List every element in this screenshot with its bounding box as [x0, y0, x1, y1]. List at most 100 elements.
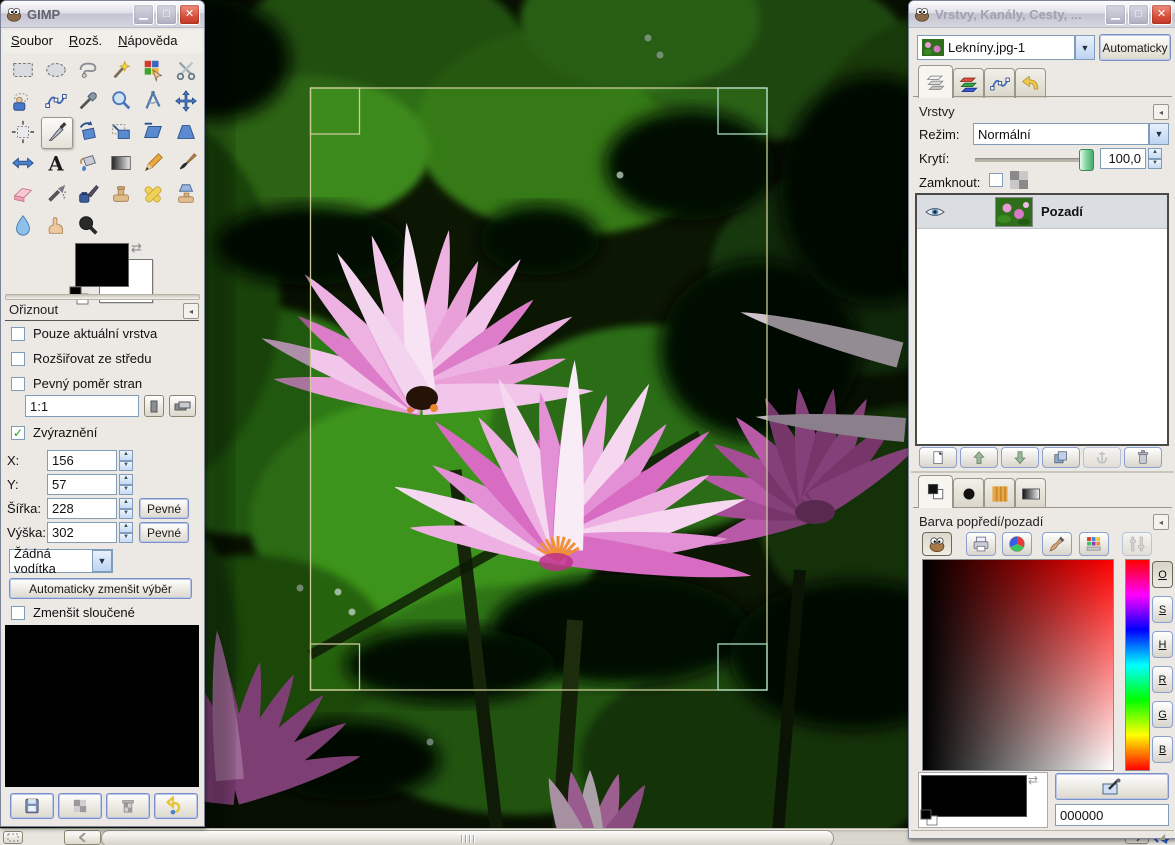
current-color-widget[interactable]: ⇄ [918, 772, 1048, 828]
tool-eraser[interactable] [8, 179, 38, 209]
channel-r-button[interactable]: R [1152, 666, 1173, 693]
swap-colors-icon[interactable]: ⇄ [1028, 773, 1038, 787]
minimize-button[interactable]: ▁ [133, 4, 154, 25]
tool-options-collapse-button[interactable]: ◂ [183, 303, 199, 319]
layer-mode-dropdown[interactable]: Normální [973, 123, 1149, 145]
crop-y-input[interactable]: 57 [47, 474, 117, 495]
tool-fuzzy-select[interactable] [106, 55, 136, 85]
close-button[interactable]: ✕ [179, 4, 200, 25]
landscape-orientation-button[interactable] [169, 395, 196, 417]
tab-layers[interactable] [918, 65, 953, 98]
crop-x-input[interactable]: 156 [47, 450, 117, 471]
spinner[interactable]: ▲▼ [119, 450, 133, 471]
layer-row[interactable]: Pozadí [917, 195, 1167, 229]
watercolor-selector-button[interactable] [1042, 532, 1072, 556]
shrink-merged-checkbox-row[interactable]: Zmenšit sloučené [11, 605, 135, 620]
minimize-button[interactable]: ▁ [1105, 4, 1126, 25]
tool-crop[interactable] [41, 117, 73, 149]
spinner[interactable]: ▲▼ [119, 474, 133, 495]
tool-paintbrush[interactable] [171, 148, 201, 178]
highlight-checkbox-row[interactable]: ✓ Zvýraznění [11, 425, 97, 440]
chevron-down-icon[interactable]: ▼ [1149, 123, 1169, 145]
fixed-button[interactable]: Pevné [139, 498, 189, 519]
lock-alpha-checkbox[interactable] [989, 173, 1003, 187]
maximize-button[interactable]: □ [1128, 4, 1149, 25]
channel-b-button[interactable]: B [1152, 736, 1173, 763]
lower-layer-button[interactable] [1001, 447, 1039, 468]
chevron-down-icon[interactable]: ▼ [92, 550, 112, 572]
menu-npovda[interactable]: Nápověda [110, 30, 185, 53]
hex-color-input[interactable]: 000000 [1055, 804, 1169, 826]
tool-shear[interactable] [138, 117, 168, 147]
tool-paths[interactable] [41, 86, 71, 116]
restore-options-button[interactable] [58, 793, 102, 819]
tool-text[interactable]: A [41, 148, 71, 178]
menu-roz[interactable]: Rozš. [61, 30, 110, 53]
scroll-left-button[interactable] [64, 830, 101, 845]
layer-thumbnail[interactable] [995, 197, 1033, 227]
tool-color-picker[interactable] [73, 86, 103, 116]
scrollbar-thumb[interactable] [101, 830, 834, 845]
tool-perspective[interactable] [171, 117, 201, 147]
channel-o-button[interactable]: O [1152, 561, 1173, 588]
tool-clone[interactable] [106, 179, 136, 209]
tool-dodge-burn[interactable] [73, 210, 103, 240]
color-panel-collapse-button[interactable]: ◂ [1153, 514, 1169, 530]
tab-gradients[interactable] [1015, 478, 1046, 508]
hue-strip[interactable] [1125, 559, 1150, 771]
auto-shrink-button[interactable]: Automaticky zmenšit výběr [9, 578, 192, 599]
tool-free-select[interactable] [73, 55, 103, 85]
opacity-slider-thumb[interactable] [1079, 149, 1094, 171]
toolbox-titlebar[interactable]: GIMP ▁ □ ✕ [1, 1, 204, 28]
shrink-merged-checkbox[interactable] [11, 606, 25, 620]
tab-brushes[interactable] [953, 478, 984, 508]
swap-colors-icon[interactable]: ⇄ [131, 240, 142, 256]
tab-channels[interactable] [953, 68, 984, 98]
close-button[interactable]: ✕ [1151, 4, 1172, 25]
portrait-orientation-button[interactable] [144, 395, 164, 417]
tool-foreground-select[interactable] [8, 86, 38, 116]
scales-selector-button[interactable] [1122, 532, 1152, 556]
tool-gradient[interactable] [106, 148, 136, 178]
tool-ink[interactable] [73, 179, 103, 209]
tool-pencil[interactable] [138, 148, 168, 178]
guides-dropdown[interactable]: Žádná vodítka ▼ [9, 549, 113, 573]
chevron-down-icon[interactable]: ▼ [1075, 35, 1095, 60]
reset-options-button[interactable] [154, 793, 198, 819]
layer-visible-eye-icon[interactable] [925, 205, 945, 219]
default-colors-icon[interactable] [920, 809, 940, 829]
tool-measure[interactable] [138, 86, 168, 116]
duplicate-layer-button[interactable] [1042, 447, 1080, 468]
tool-move[interactable] [171, 86, 201, 116]
opacity-value-input[interactable]: 100,0 [1100, 148, 1146, 169]
tool-scissors-select[interactable] [171, 55, 201, 85]
tool-perspective-clone[interactable] [171, 179, 201, 209]
checkbox[interactable] [11, 327, 25, 341]
foreground-color-swatch[interactable] [75, 243, 129, 287]
anchor-layer-button[interactable] [1083, 447, 1121, 468]
new-layer-button[interactable] [919, 447, 957, 468]
tab-paths[interactable] [984, 68, 1015, 98]
tool-bucket-fill[interactable] [73, 148, 103, 178]
pick-color-from-screen-button[interactable] [1055, 773, 1169, 800]
gimp-selector-button[interactable] [922, 532, 952, 556]
resize-grip[interactable]: ◢ [1159, 832, 1165, 841]
channel-h-button[interactable]: H [1152, 631, 1173, 658]
tool-select-by-color[interactable] [138, 55, 168, 85]
auto-follow-image-button[interactable]: Automaticky [1099, 34, 1171, 61]
fixed-button[interactable]: Pevné [139, 522, 189, 543]
checkbox[interactable] [11, 377, 25, 391]
fg-bg-swatch-widget[interactable]: ⇄ [69, 240, 165, 312]
highlight-checkbox[interactable]: ✓ [11, 426, 25, 440]
layer-name[interactable]: Pozadí [1041, 204, 1083, 219]
tool-airbrush[interactable] [41, 179, 71, 209]
delete-layer-button[interactable] [1124, 447, 1162, 468]
tool-heal[interactable] [138, 179, 168, 209]
tool-ellipse-select[interactable] [41, 55, 71, 85]
tool-zoom[interactable] [106, 86, 136, 116]
layers-panel-collapse-button[interactable]: ◂ [1153, 104, 1169, 120]
layers-dialog-titlebar[interactable]: Vrstvy, Kanály, Cesty, ... ▁ □ ✕ [909, 1, 1175, 28]
crop-šířka-input[interactable]: 228 [47, 498, 117, 519]
tool-rotate[interactable] [73, 117, 103, 147]
tab-patterns[interactable] [984, 478, 1015, 508]
